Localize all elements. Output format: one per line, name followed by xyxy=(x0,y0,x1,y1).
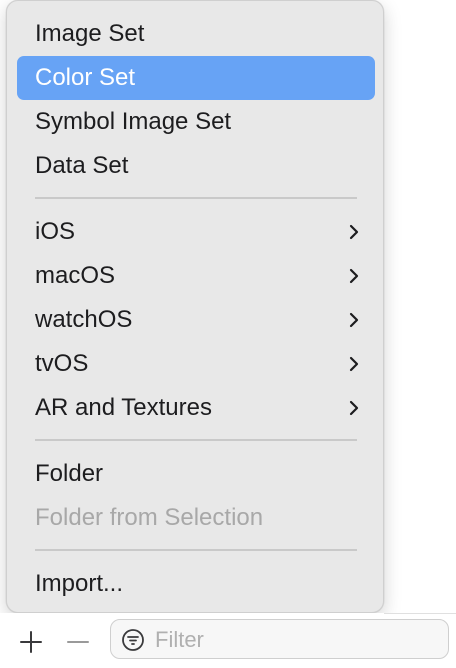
menu-item-data-set[interactable]: Data Set xyxy=(17,144,375,188)
menu-item-label: Data Set xyxy=(35,152,129,179)
menu-item-folder[interactable]: Folder xyxy=(17,452,375,496)
menu-item-label: Color Set xyxy=(35,64,136,91)
filter-input[interactable] xyxy=(153,624,437,656)
chevron-right-icon xyxy=(349,268,359,284)
filter-field[interactable] xyxy=(110,619,449,659)
toolbar-divider xyxy=(384,613,456,614)
chevron-right-icon xyxy=(349,224,359,240)
menu-item-label: Folder xyxy=(35,460,104,487)
menu-item-ar-and-textures[interactable]: AR and Textures xyxy=(17,386,375,430)
chevron-right-icon xyxy=(349,400,359,416)
menu-item-label: tvOS xyxy=(35,350,89,377)
menu-item-watchos[interactable]: watchOS xyxy=(17,298,375,342)
bottom-toolbar xyxy=(0,613,456,668)
menu-item-symbol-image-set[interactable]: Symbol Image Set xyxy=(17,100,375,144)
filter-icon xyxy=(122,629,144,651)
menu-item-tvos[interactable]: tvOS xyxy=(17,342,375,386)
menu-item-label: iOS xyxy=(35,218,76,245)
menu-item-label: macOS xyxy=(35,262,116,289)
menu-item-label: Symbol Image Set xyxy=(35,108,232,135)
menu-item-folder-from-selection: Folder from Selection xyxy=(17,496,375,540)
menu-item-image-set[interactable]: Image Set xyxy=(17,12,375,56)
menu-item-import[interactable]: Import... xyxy=(17,562,375,606)
menu-separator xyxy=(35,197,357,199)
minus-icon[interactable] xyxy=(63,627,93,657)
menu-item-ios[interactable]: iOS xyxy=(17,210,375,254)
menu-item-label: AR and Textures xyxy=(35,394,212,421)
add-asset-menu: Image Set Color Set Symbol Image Set Dat… xyxy=(6,0,384,613)
menu-separator xyxy=(35,439,357,441)
menu-item-macos[interactable]: macOS xyxy=(17,254,375,298)
menu-item-label: Import... xyxy=(35,570,124,597)
menu-item-label: Folder from Selection xyxy=(35,504,264,531)
menu-item-color-set[interactable]: Color Set xyxy=(17,56,375,100)
chevron-right-icon xyxy=(349,356,359,372)
plus-icon[interactable] xyxy=(16,627,46,657)
menu-item-label: watchOS xyxy=(35,306,133,333)
chevron-right-icon xyxy=(349,312,359,328)
menu-item-label: Image Set xyxy=(35,20,145,47)
menu-separator xyxy=(35,549,357,551)
